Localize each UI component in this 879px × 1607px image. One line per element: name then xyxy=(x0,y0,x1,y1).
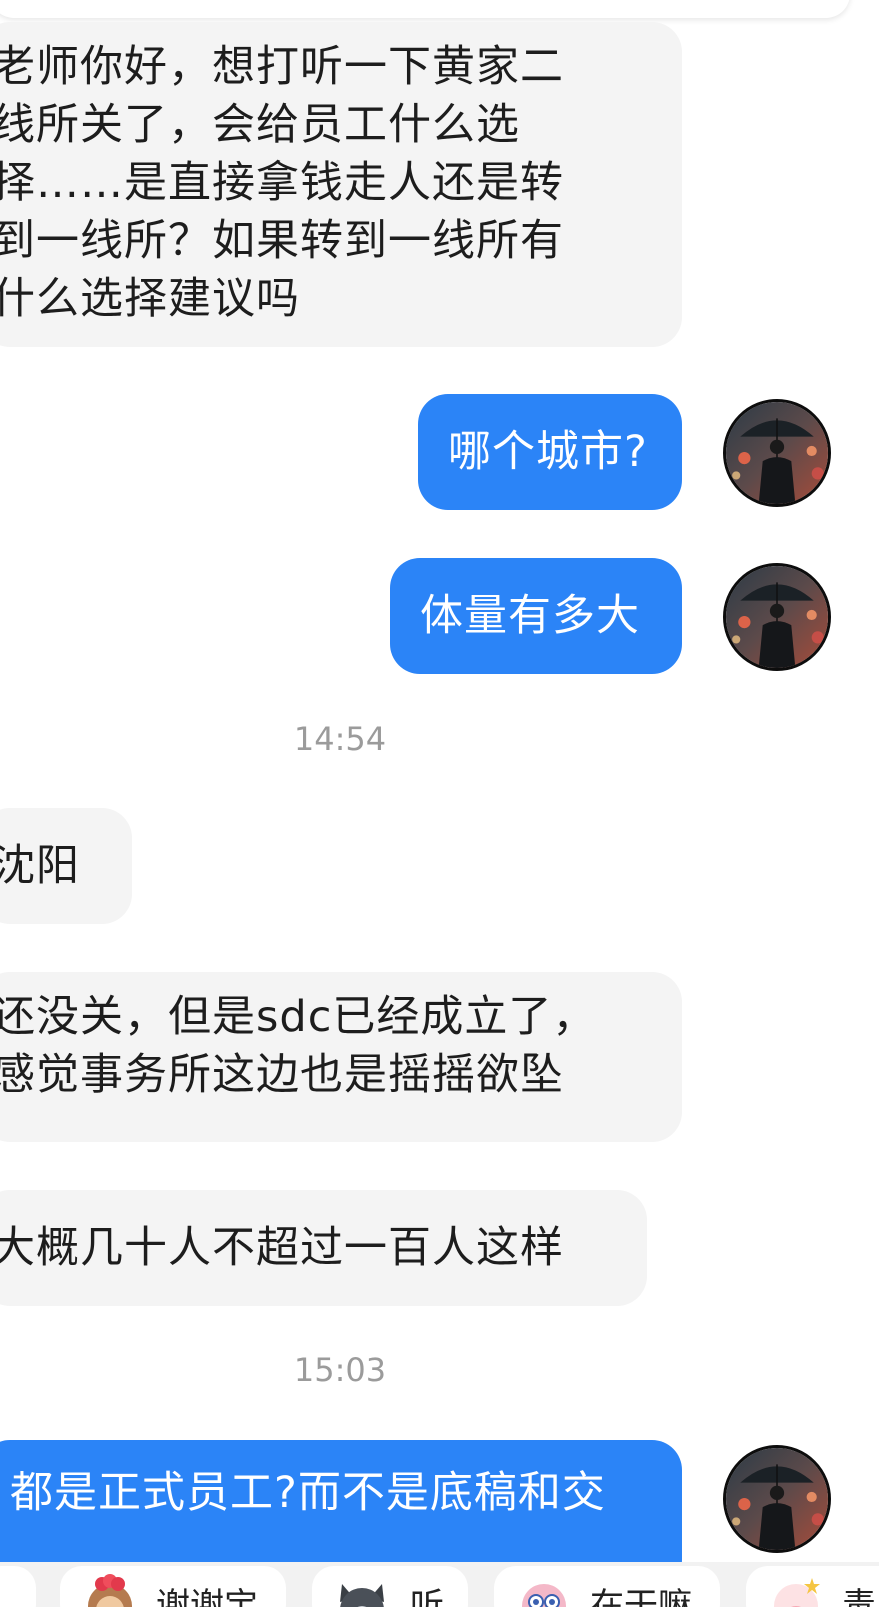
quick-reply-label: 谢谢宝 xyxy=(156,1586,258,1607)
quick-reply-label: 听 xyxy=(410,1586,444,1607)
pig-sticker-icon xyxy=(774,1578,820,1607)
message-line: 择……是直接拿钱走人还是转 xyxy=(0,158,564,208)
avatar[interactable] xyxy=(723,563,831,671)
message-text: 哪个城市? xyxy=(448,427,648,477)
quick-reply-chip[interactable]: 在干嘛 xyxy=(494,1566,720,1607)
quick-reply-label: 在干嘛 xyxy=(590,1586,692,1607)
message-text: 沈阳 xyxy=(0,841,80,891)
pink-creature-sticker-icon xyxy=(522,1584,566,1607)
timestamp: 14:54 xyxy=(293,720,387,758)
man-with-umbrella-avatar-icon xyxy=(726,566,828,668)
quick-reply-chip[interactable]: 听 xyxy=(312,1566,468,1607)
quick-reply-chip[interactable]: 毒 xyxy=(746,1566,879,1607)
avatar[interactable] xyxy=(723,1445,831,1553)
avatar[interactable] xyxy=(723,399,831,507)
man-with-umbrella-avatar-icon xyxy=(726,402,828,504)
quick-reply-label: 毒 xyxy=(842,1586,876,1607)
cat-sticker-icon xyxy=(340,1584,384,1607)
outgoing-message[interactable]: 体量有多大 xyxy=(390,558,682,674)
top-card-edge xyxy=(0,0,850,18)
message-text: 体量有多大 xyxy=(420,591,640,641)
message-line: 还没关，但是sdc已经成立了， xyxy=(0,992,597,1042)
incoming-message[interactable]: 沈阳 xyxy=(0,808,132,924)
message-text: 大概几十人不超过一百人这样 xyxy=(0,1223,564,1273)
monkey-sticker-icon xyxy=(88,1574,132,1607)
message-line: 到一线所？如果转到一线所有 xyxy=(0,216,564,266)
man-with-umbrella-avatar-icon xyxy=(726,1448,828,1550)
message-line: 线所关了，会给员工什么选 xyxy=(0,100,520,150)
message-text: 都是正式员工?而不是底稿和交 xyxy=(10,1468,606,1518)
message-line: 感觉事务所这边也是摇摇欲坠 xyxy=(0,1050,564,1100)
incoming-message[interactable]: 大概几十人不超过一百人这样 xyxy=(0,1190,647,1306)
outgoing-message[interactable]: 哪个城市? xyxy=(418,394,682,510)
message-line: 老师你好，想打听一下黄家二 xyxy=(0,42,564,92)
timestamp: 15:03 xyxy=(293,1351,387,1389)
incoming-message[interactable]: 老师你好，想打听一下黄家二 线所关了，会给员工什么选 择……是直接拿钱走人还是转… xyxy=(0,22,682,347)
incoming-message[interactable]: 还没关，但是sdc已经成立了， 感觉事务所这边也是摇摇欲坠 xyxy=(0,972,682,1142)
message-line: 什么选择建议吗 xyxy=(0,274,300,324)
quick-reply-chip[interactable]: 谢谢宝 xyxy=(60,1566,286,1607)
chat-screen: 老师你好，想打听一下黄家二 线所关了，会给员工什么选 择……是直接拿钱走人还是转… xyxy=(0,0,879,1607)
